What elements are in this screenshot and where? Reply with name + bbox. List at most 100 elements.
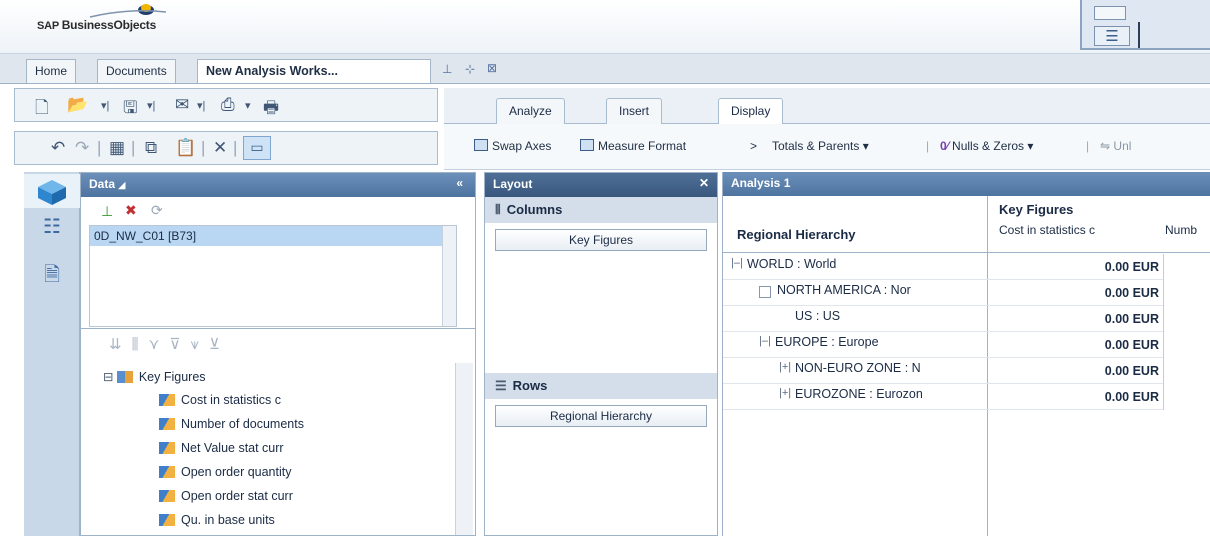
row-toggle[interactable]: |–|	[759, 335, 771, 347]
tab-home[interactable]: Home	[26, 59, 77, 83]
nulls-zeros-icon: 0⁄	[940, 139, 949, 153]
new-document-icon[interactable]: 🗋	[35, 95, 49, 124]
tab-documents[interactable]: Documents	[97, 59, 176, 83]
paste-icon[interactable]: 📋	[175, 138, 196, 158]
unlink-button[interactable]: ⇋ Unl	[1100, 139, 1131, 153]
row-label[interactable]: WORLD : World	[747, 257, 836, 271]
measure-item[interactable]: Cost in statistics c	[159, 393, 304, 417]
left-rail: ☷ 🗎	[24, 172, 80, 536]
rows-section-header: ☰ Rows	[485, 373, 717, 399]
refresh-source-icon[interactable]: ⟳	[151, 202, 163, 219]
collapse-panel-icon[interactable]: «	[456, 176, 463, 190]
separator-4: |	[233, 138, 238, 157]
funnel-2-icon[interactable]: ⊽	[169, 336, 190, 353]
measure-icon	[159, 514, 175, 526]
separator-5: |	[926, 139, 930, 153]
indent-icon[interactable]: ☰	[1094, 26, 1130, 46]
funnel-3-icon[interactable]: ⩛	[190, 336, 208, 353]
totals-parents-button[interactable]: Totals & Parents ▾	[772, 139, 869, 153]
remove-source-icon[interactable]: ✖	[125, 202, 137, 219]
clear-filter-icon[interactable]: ⊻	[209, 336, 230, 353]
ribbon-tab-analyze[interactable]: Analyze	[496, 98, 565, 124]
key-figures-icon	[116, 371, 133, 383]
undo-icon[interactable]: ↶	[51, 138, 65, 158]
tree-root[interactable]: ⊟ Key Figures	[103, 369, 206, 384]
row-checkbox[interactable]	[759, 286, 771, 298]
print-icon[interactable]: 🖶	[263, 95, 279, 124]
add-source-icon[interactable]: ⊥	[101, 203, 113, 220]
swap-axes-button[interactable]: Swap Axes	[474, 139, 551, 153]
table-row: |–| EUROPE : Europe 0.00 EUR	[723, 332, 1163, 358]
measure-label: Qu. in base units	[181, 513, 275, 527]
measure-item[interactable]: Open order quantity	[159, 465, 304, 489]
layout-icon[interactable]: ▦	[109, 138, 125, 158]
edit-toolbar: ↶ ↷ | ▦ | ⧉ 📋 | ✕ | ▭	[14, 131, 438, 165]
row-label[interactable]: EUROPE : Europe	[775, 335, 879, 349]
save-icon[interactable]: 🖫	[123, 95, 137, 124]
nulls-zeros-button[interactable]: 0⁄ Nulls & Zeros ▾	[940, 139, 1033, 153]
measure-item[interactable]: Open order stat curr	[159, 489, 304, 513]
close-layout-icon[interactable]: ✕	[699, 176, 709, 190]
email-dropdown-icon[interactable]: ▾|	[197, 99, 205, 112]
measure-list: Cost in statistics c Number of documents…	[159, 393, 304, 537]
tab-new-analysis[interactable]: New Analysis Works...	[197, 59, 431, 83]
totals-parents-label: Totals & Parents	[772, 139, 860, 153]
table-row: US : US 0.00 EUR	[723, 306, 1163, 332]
copy-icon[interactable]: ⧉	[145, 138, 157, 158]
column-header-cost[interactable]: Cost in statistics c	[999, 223, 1095, 237]
save-dropdown-icon[interactable]: ▾|	[147, 99, 155, 112]
measure-format-icon	[580, 139, 594, 151]
delete-icon[interactable]: ✕	[213, 138, 227, 158]
row-label[interactable]: NORTH AMERICA : Nor	[777, 283, 987, 297]
columns-field-key-figures[interactable]: Key Figures	[495, 229, 707, 251]
row-value: 0.00 EUR	[1104, 312, 1159, 326]
measure-item[interactable]: Net Value stat curr	[159, 441, 304, 465]
row-value: 0.00 EUR	[1104, 338, 1159, 352]
row-toggle[interactable]: |+|	[779, 361, 791, 373]
source-item[interactable]: 0D_NW_C01 [B73]	[90, 226, 456, 246]
separator-6: |	[1086, 139, 1090, 153]
filter-toolbar: ⇊⫼⋎⊽⩛⊻	[109, 335, 230, 353]
ribbon-tab-display[interactable]: Display	[718, 98, 784, 125]
export-icon[interactable]: ⎙	[221, 95, 235, 115]
source-scrollbar[interactable]	[442, 226, 456, 326]
measure-label: Open order quantity	[181, 465, 292, 479]
top-bar	[0, 0, 1210, 54]
row-toggle[interactable]: |+|	[779, 387, 791, 399]
redo-icon[interactable]: ↷	[75, 138, 89, 158]
open-dropdown-icon[interactable]: ▾|	[101, 99, 109, 112]
properties-icon[interactable]: ☷	[24, 214, 80, 248]
row-toggle[interactable]: |–|	[731, 257, 743, 269]
email-icon[interactable]: ✉	[175, 95, 189, 115]
logo-swoosh-icon	[89, 10, 167, 18]
measure-format-button[interactable]: Measure Format	[580, 139, 686, 153]
corner-button[interactable]	[1094, 6, 1126, 20]
document-icon[interactable]: 🗎	[24, 260, 80, 294]
data-cube-button[interactable]	[24, 174, 80, 208]
open-folder-icon[interactable]: 📂	[67, 95, 88, 115]
close-tab-icon[interactable]: ⊠	[487, 61, 497, 75]
row-label[interactable]: EUROZONE : Eurozon	[795, 387, 987, 401]
export-dropdown-icon[interactable]: ▾	[245, 99, 251, 112]
panel-toggle-icon[interactable]: ▭	[243, 136, 271, 160]
columns-icon: ⦀	[495, 202, 501, 217]
row-label[interactable]: US : US	[795, 309, 840, 323]
ribbon-tab-insert[interactable]: Insert	[606, 98, 663, 124]
bar-icon[interactable]: ⫼	[132, 336, 149, 353]
tree-scrollbar[interactable]	[455, 363, 473, 535]
rows-field-regional-hierarchy[interactable]: Regional Hierarchy	[495, 405, 707, 427]
tree-collapse-icon[interactable]: ⊟	[103, 370, 113, 384]
pin-icon[interactable]: ⊥	[442, 62, 452, 76]
measure-item[interactable]: Number of documents	[159, 417, 304, 441]
measure-item[interactable]: Qu. in base units	[159, 513, 304, 537]
sort-down-icon[interactable]: ◢	[118, 180, 125, 190]
funnel-icon[interactable]: ⋎	[148, 336, 169, 353]
split-icon[interactable]: ⊹	[465, 62, 475, 76]
header-divider	[723, 252, 1210, 253]
swap-axes-label: Swap Axes	[492, 139, 552, 153]
nulls-zeros-label: Nulls & Zeros	[952, 139, 1025, 153]
row-label[interactable]: NON-EURO ZONE : N	[795, 361, 987, 375]
column-header-number[interactable]: Numb	[1165, 223, 1197, 237]
filter-icon[interactable]: ⇊	[109, 336, 132, 353]
row-value: 0.00 EUR	[1104, 390, 1159, 404]
